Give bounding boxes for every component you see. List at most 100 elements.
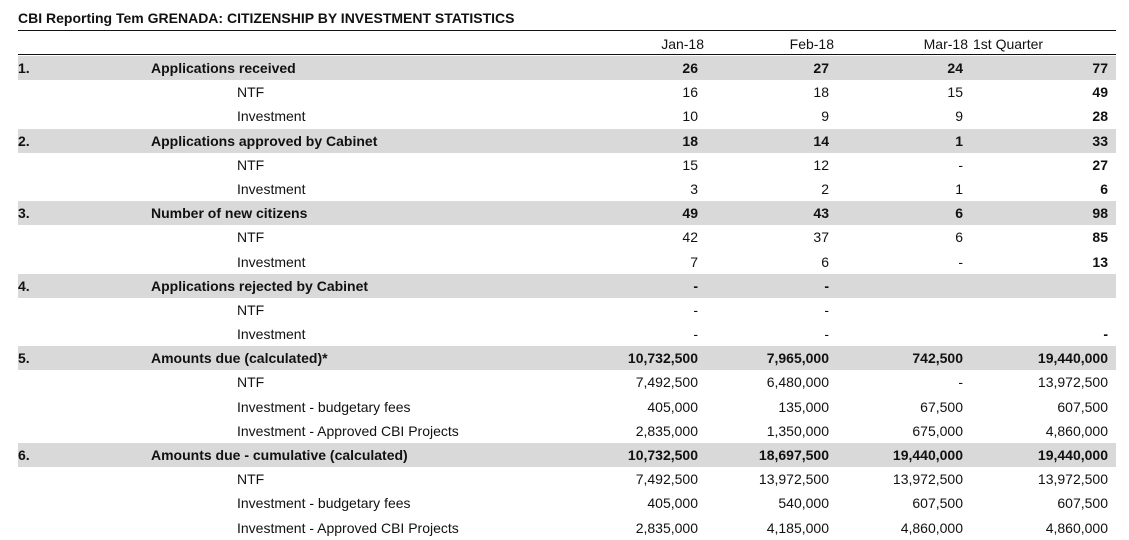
- row-label: Investment - Approved CBI Projects: [237, 422, 459, 439]
- cell-mar: -: [958, 156, 963, 173]
- header-rule: [18, 54, 1116, 55]
- table-row: NTF 16 18 15 49: [18, 80, 1116, 104]
- title-rule: [18, 30, 1116, 31]
- cell-q1: 4,860,000: [1045, 422, 1108, 439]
- cell-feb: 18: [813, 84, 829, 101]
- row-number: 4.: [18, 277, 30, 294]
- row-number: 3.: [18, 205, 30, 222]
- row-label: Investment - budgetary fees: [237, 398, 411, 415]
- cell-mar: 19,440,000: [892, 447, 963, 463]
- cell-mar: 675,000: [912, 422, 963, 439]
- cell-jan: 405,000: [647, 495, 698, 512]
- cell-jan: 405,000: [647, 398, 698, 415]
- cell-feb: -: [824, 301, 829, 318]
- cell-jan: 3: [690, 180, 698, 197]
- cell-feb: 1,350,000: [766, 422, 829, 439]
- cell-q1: 98: [1092, 205, 1108, 222]
- row-label: NTF: [237, 229, 265, 246]
- cell-feb: 18,697,500: [758, 447, 829, 463]
- column-header-mar: Mar-18: [923, 36, 968, 52]
- cell-mar: 24: [947, 60, 963, 76]
- cell-jan: 10,732,500: [627, 350, 698, 367]
- cell-jan: -: [693, 277, 698, 294]
- cell-mar: 6: [955, 205, 963, 222]
- cell-feb: 7,965,000: [766, 350, 829, 367]
- cell-feb: -: [824, 277, 829, 294]
- row-label: Investment - Approved CBI Projects: [237, 519, 459, 536]
- row-label: Investment: [237, 180, 306, 197]
- cell-q1: -: [1103, 326, 1108, 343]
- table-row: Investment - Approved CBI Projects 2,835,…: [18, 516, 1116, 540]
- cell-feb: 9: [821, 108, 829, 125]
- column-header-feb: Feb-18: [789, 36, 834, 52]
- cell-q1: 27: [1092, 156, 1108, 173]
- cell-feb: 14: [813, 132, 829, 149]
- report-title: CBI Reporting Tem GRENADA: CITIZENSHIP B…: [18, 10, 515, 26]
- cell-feb: 37: [813, 229, 829, 246]
- cell-q1: 85: [1092, 229, 1108, 246]
- section-row: 2. Applications approved by Cabinet 18 14 1 3…: [18, 128, 1116, 153]
- table-row: Investment 7 6 - 13: [18, 250, 1116, 274]
- statistics-table: 1. Applications received 26 27 24 77 NTF 16 18 15…: [18, 56, 1116, 540]
- table-row: NTF 42 37 6 85: [18, 225, 1116, 249]
- cell-q1: 49: [1092, 84, 1108, 101]
- table-row: Investment 10 9 9 28: [18, 104, 1116, 128]
- cell-mar: -: [958, 253, 963, 270]
- section-row: 1. Applications received 26 27 24 77: [18, 56, 1116, 81]
- cell-feb: 13,972,500: [758, 471, 829, 488]
- cell-q1: 607,500: [1057, 495, 1108, 512]
- cell-mar: 67,500: [920, 398, 963, 415]
- table-row: Investment 3 2 1 6: [18, 177, 1116, 201]
- table-row: NTF - -: [18, 298, 1116, 322]
- cell-mar: 6: [955, 229, 963, 246]
- cell-q1: 13: [1092, 253, 1108, 270]
- section-row: 5. Amounts due (calculated)* 10,732,500 7,9…: [18, 346, 1116, 371]
- cell-mar: 13,972,500: [892, 471, 963, 488]
- table-row: Investment - - -: [18, 322, 1116, 346]
- cell-feb: -: [824, 326, 829, 343]
- cell-jan: 10: [682, 108, 698, 125]
- row-label: Investment: [237, 253, 306, 270]
- cell-q1: 6: [1100, 180, 1108, 197]
- row-label: NTF: [237, 301, 265, 318]
- column-header-q1: 1st Quarter: [973, 36, 1044, 52]
- cell-jan: 26: [682, 60, 698, 76]
- cell-mar: 607,500: [912, 495, 963, 512]
- cell-feb: 135,000: [778, 398, 829, 415]
- cell-jan: 49: [682, 205, 698, 222]
- table-row: NTF 7,492,500 13,972,500 13,972,500 13,972,5…: [18, 467, 1116, 491]
- row-label: Investment - budgetary fees: [237, 495, 411, 512]
- cell-jan: 42: [682, 229, 698, 246]
- cell-feb: 27: [813, 60, 829, 76]
- row-label: Amounts due - cumulative (calculated): [151, 447, 408, 463]
- cell-feb: 6: [821, 253, 829, 270]
- cell-feb: 2: [821, 180, 829, 197]
- row-number: 6.: [18, 447, 30, 463]
- cell-jan: 7,492,500: [635, 374, 698, 391]
- cell-jan: -: [693, 326, 698, 343]
- cell-jan: 18: [682, 132, 698, 149]
- cell-q1: 28: [1092, 108, 1108, 125]
- cell-q1: 607,500: [1057, 398, 1108, 415]
- cell-mar: -: [958, 374, 963, 391]
- row-number: 5.: [18, 350, 30, 367]
- table-row: NTF 15 12 - 27: [18, 153, 1116, 177]
- row-label: Amounts due (calculated)*: [151, 350, 328, 367]
- cell-q1: 4,860,000: [1045, 519, 1108, 536]
- cell-feb: 540,000: [778, 495, 829, 512]
- cell-feb: 12: [813, 156, 829, 173]
- cell-q1: 19,440,000: [1037, 447, 1108, 463]
- cell-jan: 2,835,000: [635, 519, 698, 536]
- cell-mar: 4,860,000: [900, 519, 963, 536]
- cell-q1: 19,440,000: [1037, 350, 1108, 367]
- cell-mar: 15: [947, 84, 963, 101]
- section-row: 4. Applications rejected by Cabinet - -: [18, 273, 1116, 298]
- column-header-jan: Jan-18: [661, 36, 704, 52]
- cell-mar: 742,500: [912, 350, 963, 367]
- cell-feb: 4,185,000: [766, 519, 829, 536]
- section-row: 3. Number of new citizens 49 43 6 98: [18, 201, 1116, 226]
- cell-q1: 33: [1092, 132, 1108, 149]
- cell-q1: 77: [1092, 60, 1108, 76]
- cell-feb: 6,480,000: [766, 374, 829, 391]
- row-label: Investment: [237, 108, 306, 125]
